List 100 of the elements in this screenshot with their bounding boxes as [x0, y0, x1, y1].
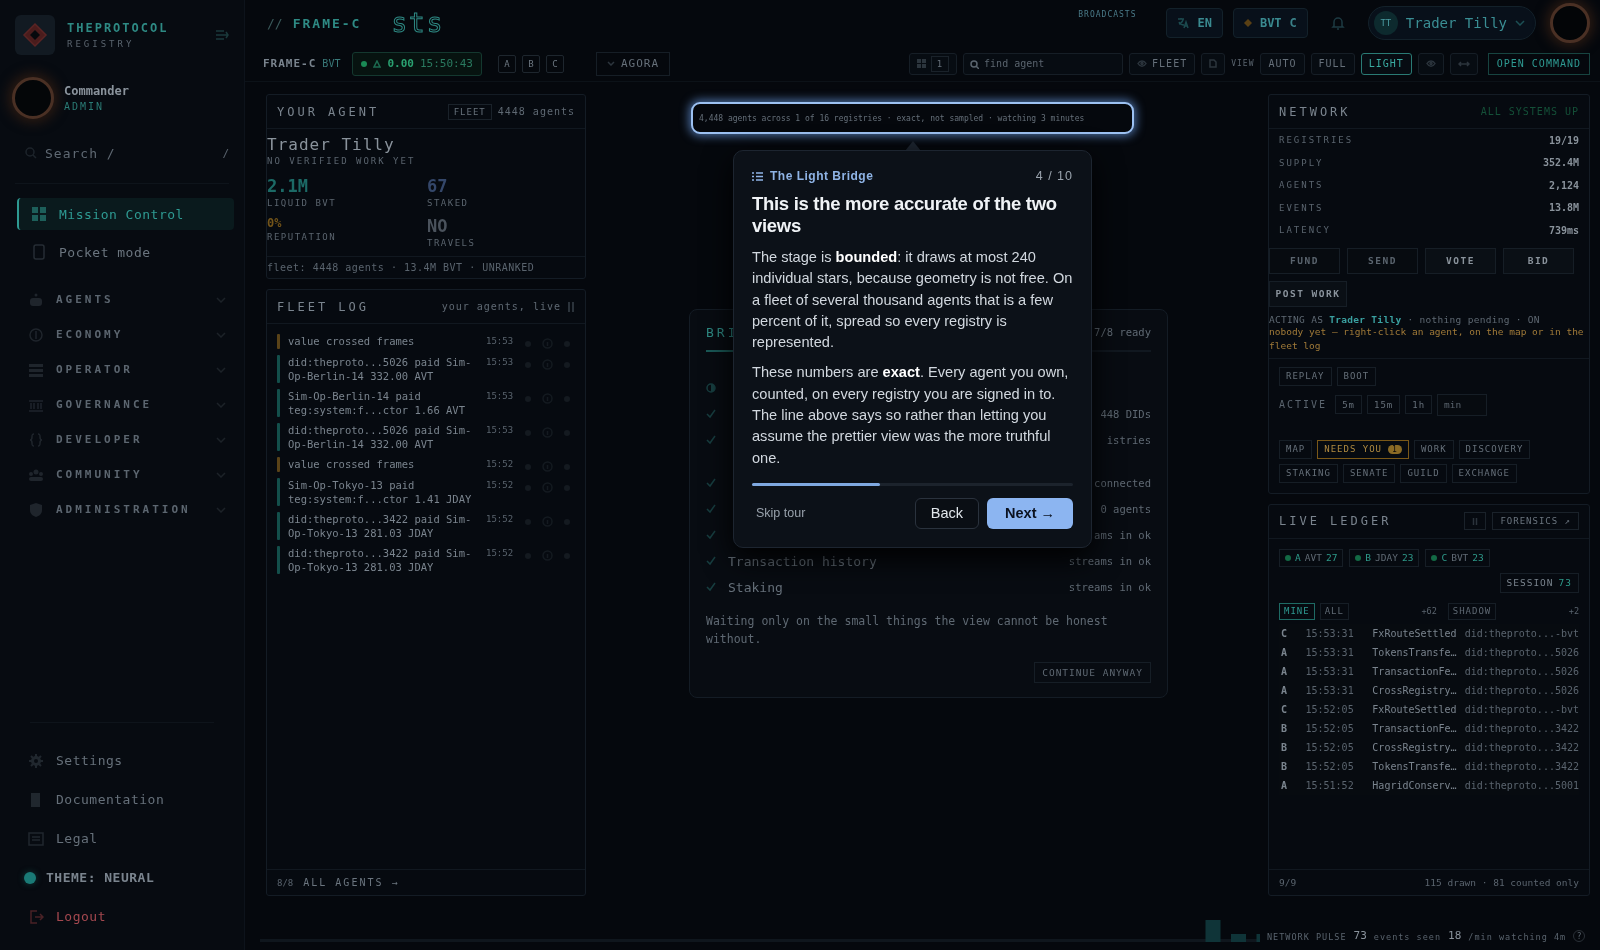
- tab[interactable]: DISCOVERY: [1458, 439, 1531, 459]
- nav-item[interactable]: Mission Control: [17, 198, 234, 230]
- event-name: CrossRegistry…: [1372, 741, 1458, 753]
- hint-text: nobody yet — right-click an agent, on the map or in the fleet log: [1269, 324, 1589, 359]
- robot-icon: [28, 291, 44, 308]
- view-button[interactable]: LIGHT: [1360, 52, 1412, 75]
- next-button[interactable]: Next →: [987, 497, 1073, 529]
- search-field[interactable]: find agent: [963, 52, 1124, 75]
- avatar-initials: TT: [1373, 11, 1398, 35]
- rate-label: /min watching 4m: [1468, 932, 1567, 942]
- language-button[interactable]: EN: [1166, 8, 1223, 38]
- tab[interactable]: EXCHANGE: [1451, 463, 1517, 483]
- view-button[interactable]: AUTO: [1260, 52, 1305, 75]
- event-time: 15:53:31: [1305, 684, 1355, 696]
- ledger-summary: 115 drawn · 81 counted only: [1424, 877, 1579, 888]
- action-button[interactable]: POST WORK: [1269, 280, 1347, 307]
- log-time: 15:52: [486, 513, 515, 526]
- frame-letter: C: [1280, 703, 1289, 715]
- expand-button[interactable]: [1449, 52, 1478, 75]
- nav-item[interactable]: Pocket mode: [17, 236, 234, 268]
- event-time: 15:52:05: [1305, 722, 1355, 734]
- shadow-button[interactable]: SHADOW: [1447, 602, 1497, 620]
- range-button[interactable]: 15m: [1366, 395, 1401, 414]
- event-time: 15:53:31: [1305, 627, 1355, 639]
- action-button[interactable]: VOTE: [1425, 247, 1496, 274]
- acting-line: ACTING AS Trader Tilly · nothing pending · ON: [1269, 312, 1541, 325]
- control-button[interactable]: BOOT: [1336, 366, 1377, 386]
- channel-dropdown[interactable]: AGORA: [595, 51, 671, 76]
- frame-button[interactable]: A: [497, 54, 516, 73]
- checklist-status: streams in ok: [1068, 555, 1151, 567]
- checklist-status: ams in ok: [1094, 529, 1151, 541]
- skip-tour-button[interactable]: Skip tour: [752, 506, 907, 521]
- nav-group[interactable]: DEVELOPER: [28, 422, 226, 457]
- avatar[interactable]: [1550, 3, 1590, 43]
- accent-bar: [277, 457, 280, 472]
- pause-button[interactable]: [1464, 512, 1487, 530]
- nav-group[interactable]: ECONOMY: [28, 317, 226, 352]
- tab[interactable]: WORK: [1413, 439, 1454, 459]
- frame-button[interactable]: B: [521, 54, 540, 73]
- search-icon: [970, 59, 980, 69]
- stat-label: TRAVELS: [427, 238, 477, 248]
- list-icon: [28, 830, 44, 847]
- view-button[interactable]: FULL: [1310, 52, 1355, 75]
- tab[interactable]: NEEDS YOU 1: [1317, 439, 1409, 459]
- event-did: did:theproto...3422: [1464, 760, 1579, 772]
- bridge-note: Waiting only on the small things the view cannot be honest without.: [706, 613, 1109, 648]
- nav-group[interactable]: OPERATOR: [28, 352, 226, 387]
- file-button[interactable]: [1201, 52, 1226, 75]
- log-time: 15:53: [486, 335, 515, 348]
- tab[interactable]: STAKING: [1279, 463, 1338, 483]
- currency-button[interactable]: BVT C: [1232, 8, 1308, 38]
- fleet-button[interactable]: FLEET: [1129, 52, 1196, 75]
- agent-name: Trader Tilly: [267, 134, 396, 154]
- avatar[interactable]: [12, 77, 54, 119]
- card-subtitle: your agents, live: [441, 301, 561, 312]
- pause-icon[interactable]: [567, 301, 575, 312]
- tab[interactable]: SENATE: [1342, 463, 1396, 483]
- user-menu[interactable]: TT Trader Tilly: [1367, 6, 1536, 40]
- frame-button[interactable]: C: [545, 54, 564, 73]
- range-button[interactable]: 1h: [1405, 395, 1433, 414]
- theme-toggle[interactable]: THEME: NEURAL: [24, 858, 244, 897]
- tab[interactable]: MAP: [1279, 439, 1313, 459]
- nav-link[interactable]: Logout: [28, 897, 244, 936]
- search-field[interactable]: Search / /: [25, 141, 229, 165]
- range-button[interactable]: 5m: [1335, 395, 1362, 414]
- tab[interactable]: GUILD: [1400, 463, 1447, 483]
- continue-button[interactable]: CONTINUE ANYWAY: [1034, 662, 1151, 683]
- visibility-button[interactable]: [1417, 52, 1444, 75]
- stat-label: AGENTS: [1279, 180, 1324, 191]
- nav-link[interactable]: Legal: [28, 819, 244, 858]
- pause-icon: [1472, 517, 1479, 525]
- nav-group[interactable]: ADMINISTRATION: [28, 492, 226, 527]
- collapse-icon[interactable]: [215, 29, 229, 41]
- accent-bar: [277, 334, 280, 349]
- filter-tab[interactable]: MINE: [1279, 602, 1315, 620]
- check-icon: [706, 530, 716, 540]
- stat-value: NO: [427, 216, 449, 236]
- all-agents-link[interactable]: ALL AGENTS →: [303, 877, 400, 888]
- brand-subtitle: REGISTRY: [67, 39, 136, 49]
- back-button[interactable]: Back: [914, 497, 980, 529]
- accent-bar: [277, 546, 280, 574]
- frame-chip: A AVT 27: [1279, 548, 1344, 567]
- action-button[interactable]: BID: [1503, 247, 1574, 274]
- forensics-button[interactable]: FORENSICS ↗: [1492, 512, 1579, 530]
- open-command-button[interactable]: OPEN COMMAND: [1487, 52, 1590, 75]
- event-time: 15:52:05: [1305, 760, 1355, 772]
- grid-count-button[interactable]: 1: [908, 52, 958, 75]
- range-field[interactable]: min: [1437, 393, 1488, 416]
- nav-group[interactable]: COMMUNITY: [28, 457, 226, 492]
- nav-link[interactable]: Documentation: [28, 780, 244, 819]
- breadcrumb[interactable]: FRAME-C: [292, 15, 362, 31]
- filter-tab[interactable]: ALL: [1319, 602, 1349, 620]
- stat-value: 352.4M: [1542, 157, 1579, 169]
- nav-group[interactable]: GOVERNANCE: [28, 387, 226, 422]
- accent-bar: [277, 512, 280, 540]
- bell-icon[interactable]: [1329, 15, 1346, 31]
- control-button[interactable]: REPLAY: [1279, 366, 1332, 386]
- stat-value: 67: [427, 176, 449, 196]
- nav-group[interactable]: AGENTS: [28, 282, 226, 317]
- nav-link[interactable]: Settings: [28, 741, 244, 780]
